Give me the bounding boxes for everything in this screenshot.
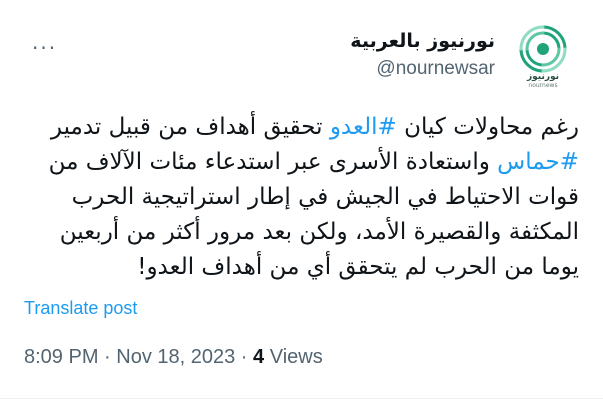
separator-dot: · (98, 346, 117, 368)
more-options-icon[interactable]: ··· (32, 36, 57, 60)
tweet-text-segment: رغم محاولات كيان (396, 114, 579, 140)
tweet-text-segment: تحقيق أهداف من قبيل تدمير (50, 114, 330, 140)
author-names: نورنيوز بالعربية @nournewsar (350, 28, 495, 84)
avatar-brand-text: نورنيوز (526, 72, 560, 82)
views-count[interactable]: 4 (253, 346, 264, 368)
nournews-logo-icon (519, 25, 567, 73)
divider (0, 398, 603, 399)
tweet-header: ··· نورنيوز بالعربية @nournewsar نورنيوز… (24, 16, 579, 96)
hashtag-link[interactable]: #العدو (330, 114, 397, 140)
separator-dot: · (235, 346, 254, 368)
display-name[interactable]: نورنيوز بالعربية (350, 28, 495, 54)
views-label: Views (264, 346, 323, 368)
tweet-metadata: 8:09 PM · Nov 18, 2023 · 4 Views (24, 346, 323, 369)
avatar[interactable]: نورنيوز nournews (507, 20, 579, 92)
hashtag-link[interactable]: #حماس (497, 149, 579, 175)
tweet-date[interactable]: Nov 18, 2023 (116, 346, 235, 368)
user-handle[interactable]: @nournewsar (350, 54, 495, 84)
author-block[interactable]: نورنيوز بالعربية @nournewsar نورنيوز nou… (350, 16, 579, 92)
translate-post-link[interactable]: Translate post (24, 298, 137, 319)
tweet-time[interactable]: 8:09 PM (24, 346, 98, 368)
avatar-brand-subtext: nournews (528, 82, 558, 89)
tweet-text: رغم محاولات كيان #العدو تحقيق أهداف من ق… (24, 110, 579, 285)
